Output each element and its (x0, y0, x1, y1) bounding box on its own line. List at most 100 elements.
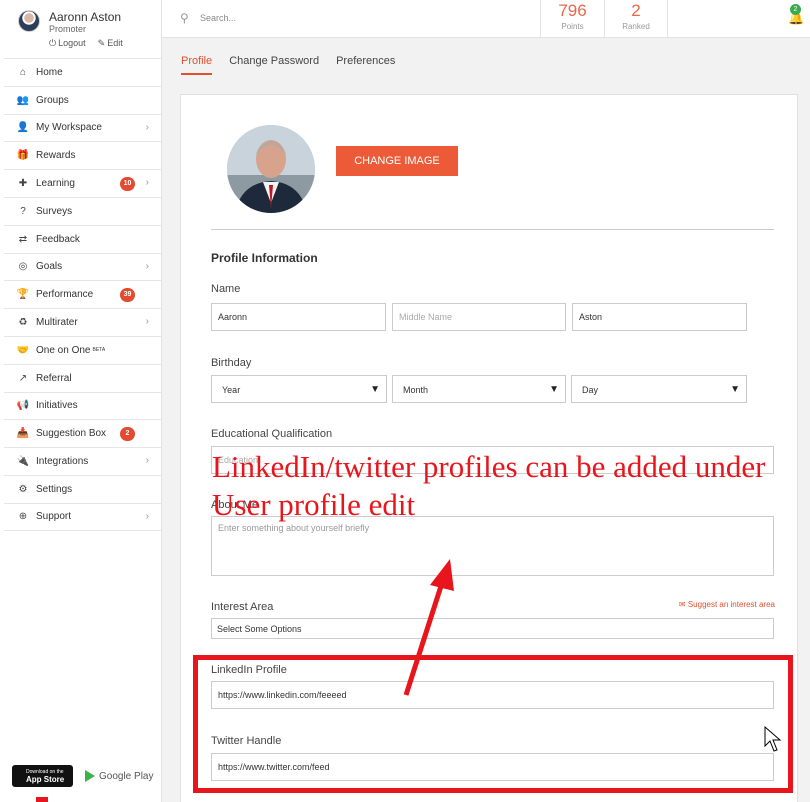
suggest-interest-link[interactable]: ✉ Suggest an interest area (679, 600, 775, 609)
points-stat[interactable]: 796 Points (540, 0, 604, 38)
sidebar-item-initiatives[interactable]: 📢 Initiatives (4, 391, 161, 420)
about-textarea[interactable] (211, 516, 774, 576)
power-icon: ⏻ (49, 38, 57, 48)
chevron-right-icon: › (145, 260, 149, 272)
sidebar-item-label: Settings (36, 483, 73, 495)
chevron-right-icon: › (145, 455, 149, 467)
year-select[interactable]: Year ▼ (211, 375, 387, 403)
sidebar: Aaronn Aston Promoter ⏻ Logout ✎ Edit ⌂ Hom… (0, 0, 162, 802)
sidebar-item-my-workspace[interactable]: 👤 My Workspace › (4, 113, 161, 142)
store-badges: Download on the App Store Google Play (12, 765, 153, 787)
sidebar-item-integrations[interactable]: 🔌 Integrations › (4, 447, 161, 475)
sidebar-item-support[interactable]: ⊕ Support › (4, 502, 161, 531)
sidebar-nav: ⌂ Home 👥 Groups 👤 My Workspace › 🎁 Rewards ✚ Learn… (4, 58, 161, 531)
count-badge: 10 (120, 177, 135, 192)
sidebar-item-label: Integrations (36, 456, 89, 468)
target-icon: ◎ (18, 261, 28, 273)
question-icon: ? (20, 205, 26, 217)
chevron-right-icon: › (145, 177, 149, 189)
tab-preferences[interactable]: Preferences (336, 55, 395, 75)
sidebar-item-label: Initiatives (36, 400, 78, 412)
change-image-button[interactable]: CHANGE IMAGE (336, 146, 458, 176)
search-input[interactable] (200, 10, 500, 26)
trophy-icon: 🏆 (16, 289, 30, 301)
sidebar-item-suggestion-box[interactable]: 📥 Suggestion Box 2 (4, 419, 161, 447)
user-role: Promoter (49, 24, 87, 34)
section-title: Profile Information (211, 251, 318, 265)
user-actions: ⏻ Logout ✎ Edit (49, 38, 123, 49)
sidebar-item-label: Home (36, 66, 63, 78)
sidebar-item-label: Referral (36, 372, 72, 384)
sidebar-item-label: Groups (36, 94, 69, 106)
count-badge: 2 (120, 427, 135, 442)
education-label: Educational Qualification (211, 428, 333, 440)
sidebar-item-referral[interactable]: ↗ Referral (4, 363, 161, 392)
edit-link[interactable]: ✎ Edit (98, 38, 123, 49)
sidebar-item-groups[interactable]: 👥 Groups (4, 85, 161, 114)
annotation-text: LinkedIn/twitter profiles can be added u… (212, 449, 766, 522)
birthday-label: Birthday (211, 357, 252, 369)
puzzle-icon: ✚ (18, 178, 28, 190)
sidebar-item-multirater[interactable]: ♻ Multirater › (4, 308, 161, 336)
name-label: Name (211, 283, 241, 295)
interest-label: Interest Area (211, 601, 274, 613)
chevron-right-icon: › (145, 121, 149, 133)
last-name-input[interactable] (572, 303, 747, 331)
decorative-mark (36, 797, 48, 802)
sidebar-item-one-on-one[interactable]: 🤝 One on One BETA (4, 335, 161, 364)
app-store-badge[interactable]: Download on the App Store (12, 765, 73, 787)
recycle-icon: ♻ (18, 317, 28, 329)
first-name-input[interactable] (211, 303, 386, 331)
sidebar-item-label: Goals (36, 261, 63, 273)
sidebar-item-label: My Workspace (36, 122, 102, 134)
sidebar-item-label: Surveys (36, 205, 73, 217)
avatar[interactable] (18, 10, 40, 32)
search-icon: ⚲ (180, 11, 189, 25)
groups-icon: 👥 (16, 94, 30, 106)
day-select[interactable]: Day ▼ (571, 375, 747, 403)
sidebar-item-learning[interactable]: ✚ Learning 10 › (4, 169, 161, 197)
sidebar-item-rewards[interactable]: 🎁 Rewards (4, 141, 161, 169)
sidebar-item-label: Performance (36, 289, 94, 301)
tab-profile[interactable]: Profile (181, 55, 213, 75)
sidebar-item-label: One on One (36, 344, 91, 356)
interest-select[interactable]: Select Some Options (211, 618, 774, 639)
google-play-badge[interactable]: Google Play (85, 770, 153, 782)
sidebar-item-label: Support (36, 511, 72, 523)
caret-down-icon: ▼ (370, 384, 380, 395)
tab-change-password[interactable]: Change Password (229, 55, 319, 75)
user-box: Aaronn Aston Promoter ⏻ Logout ✎ Edit (0, 0, 162, 58)
sidebar-item-settings[interactable]: ⚙ Settings (4, 474, 161, 503)
middle-name-input[interactable] (392, 303, 566, 331)
divider (211, 229, 774, 230)
bullhorn-icon: 📢 (16, 400, 30, 412)
share-icon: ↗ (18, 372, 28, 384)
sidebar-item-home[interactable]: ⌂ Home (4, 58, 161, 86)
sidebar-item-label: Rewards (36, 150, 76, 162)
sidebar-item-surveys[interactable]: ? Surveys (4, 196, 161, 225)
mouse-cursor-icon (764, 726, 782, 752)
sidebar-item-feedback[interactable]: ⇄ Feedback (4, 224, 161, 253)
caret-down-icon: ▼ (730, 384, 740, 395)
beta-tag: BETA (92, 347, 106, 354)
sidebar-item-label: Suggestion Box (36, 428, 107, 440)
month-select[interactable]: Month ▼ (392, 375, 566, 403)
gear-icon: ⚙ (18, 483, 28, 495)
highlight-box (193, 655, 793, 793)
logout-link[interactable]: ⏻ Logout (49, 38, 86, 49)
plug-icon: 🔌 (16, 456, 30, 468)
profile-tabs: Profile Change Password Preferences (181, 55, 395, 75)
sidebar-item-performance[interactable]: 🏆 Performance 39 (4, 280, 161, 308)
user-icon: 👤 (16, 122, 30, 134)
chevron-right-icon: › (145, 510, 149, 522)
profile-photo (227, 125, 315, 213)
home-icon: ⌂ (19, 66, 27, 78)
top-bar: ⚲ 796 Points 2 Ranked 🔔 2 (162, 0, 810, 38)
ranked-stat[interactable]: 2 Ranked (604, 0, 668, 38)
sidebar-item-label: Feedback (36, 233, 80, 245)
chevron-right-icon: › (145, 316, 149, 328)
count-badge: 39 (120, 288, 135, 303)
sidebar-item-label: Learning (36, 178, 75, 190)
sidebar-item-goals[interactable]: ◎ Goals › (4, 252, 161, 281)
gift-icon: 🎁 (16, 150, 30, 162)
